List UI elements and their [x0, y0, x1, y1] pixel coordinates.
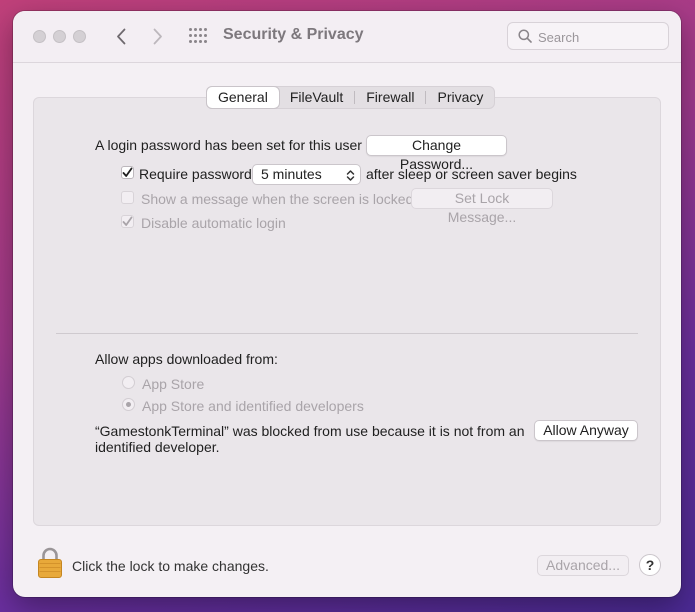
advanced-button[interactable]: Advanced... — [537, 555, 629, 576]
general-panel: A login password has been set for this u… — [33, 97, 661, 526]
grid-icon[interactable] — [189, 28, 207, 44]
allow-apps-heading: Allow apps downloaded from: — [95, 351, 278, 367]
up-down-chevron-icon — [346, 168, 355, 187]
back-chevron-icon[interactable] — [111, 25, 131, 47]
search-field[interactable] — [507, 22, 669, 50]
allow-anyway-button[interactable]: Allow Anyway — [534, 420, 638, 441]
tab-filevault[interactable]: FileVault — [279, 87, 354, 108]
window-title: Security & Privacy — [223, 26, 364, 43]
disable-autologin-checkbox[interactable] — [121, 215, 134, 228]
search-icon — [518, 29, 532, 48]
tab-bar: General FileVault Firewall Privacy — [206, 86, 496, 109]
require-password-label: Require password — [139, 166, 252, 182]
after-sleep-text: after sleep or screen saver begins — [366, 166, 577, 182]
checkmark-icon — [122, 167, 133, 177]
radio-app-store-label: App Store — [142, 376, 205, 392]
checkmark-icon — [122, 216, 133, 226]
help-button[interactable]: ? — [639, 554, 661, 576]
tab-firewall[interactable]: Firewall — [355, 87, 425, 108]
radio-app-store-identified[interactable] — [122, 398, 135, 411]
lock-hint-text: Click the lock to make changes. — [72, 558, 269, 574]
radio-app-store[interactable] — [122, 376, 135, 389]
show-message-label: Show a message when the screen is locked — [141, 191, 414, 207]
tab-general[interactable]: General — [207, 87, 279, 108]
minimize-icon[interactable] — [53, 30, 66, 43]
radio-app-store-identified-label: App Store and identified developers — [142, 398, 364, 414]
blocked-app-message-line1: “GamestonkTerminal” was blocked from use… — [95, 423, 525, 439]
require-password-delay-value: 5 minutes — [261, 166, 322, 182]
zoom-icon[interactable] — [73, 30, 86, 43]
show-message-checkbox[interactable] — [121, 191, 134, 204]
search-input[interactable] — [538, 27, 663, 47]
tab-privacy[interactable]: Privacy — [426, 87, 494, 108]
system-preferences-window: Security & Privacy A login password has … — [13, 11, 681, 597]
lock-icon[interactable] — [37, 547, 63, 584]
blocked-app-message-line2: identified developer. — [95, 439, 220, 455]
require-password-checkbox[interactable] — [121, 166, 134, 179]
set-lock-message-button[interactable]: Set Lock Message... — [411, 188, 553, 225]
require-password-delay-select[interactable]: 5 minutes — [252, 164, 361, 185]
titlebar: Security & Privacy — [13, 11, 681, 63]
close-icon[interactable] — [33, 30, 46, 43]
change-password-button[interactable]: Change Password... — [366, 135, 507, 172]
section-divider — [56, 333, 638, 334]
disable-autologin-label: Disable automatic login — [141, 215, 286, 231]
forward-chevron-icon[interactable] — [148, 25, 168, 47]
login-password-text: A login password has been set for this u… — [95, 137, 362, 153]
